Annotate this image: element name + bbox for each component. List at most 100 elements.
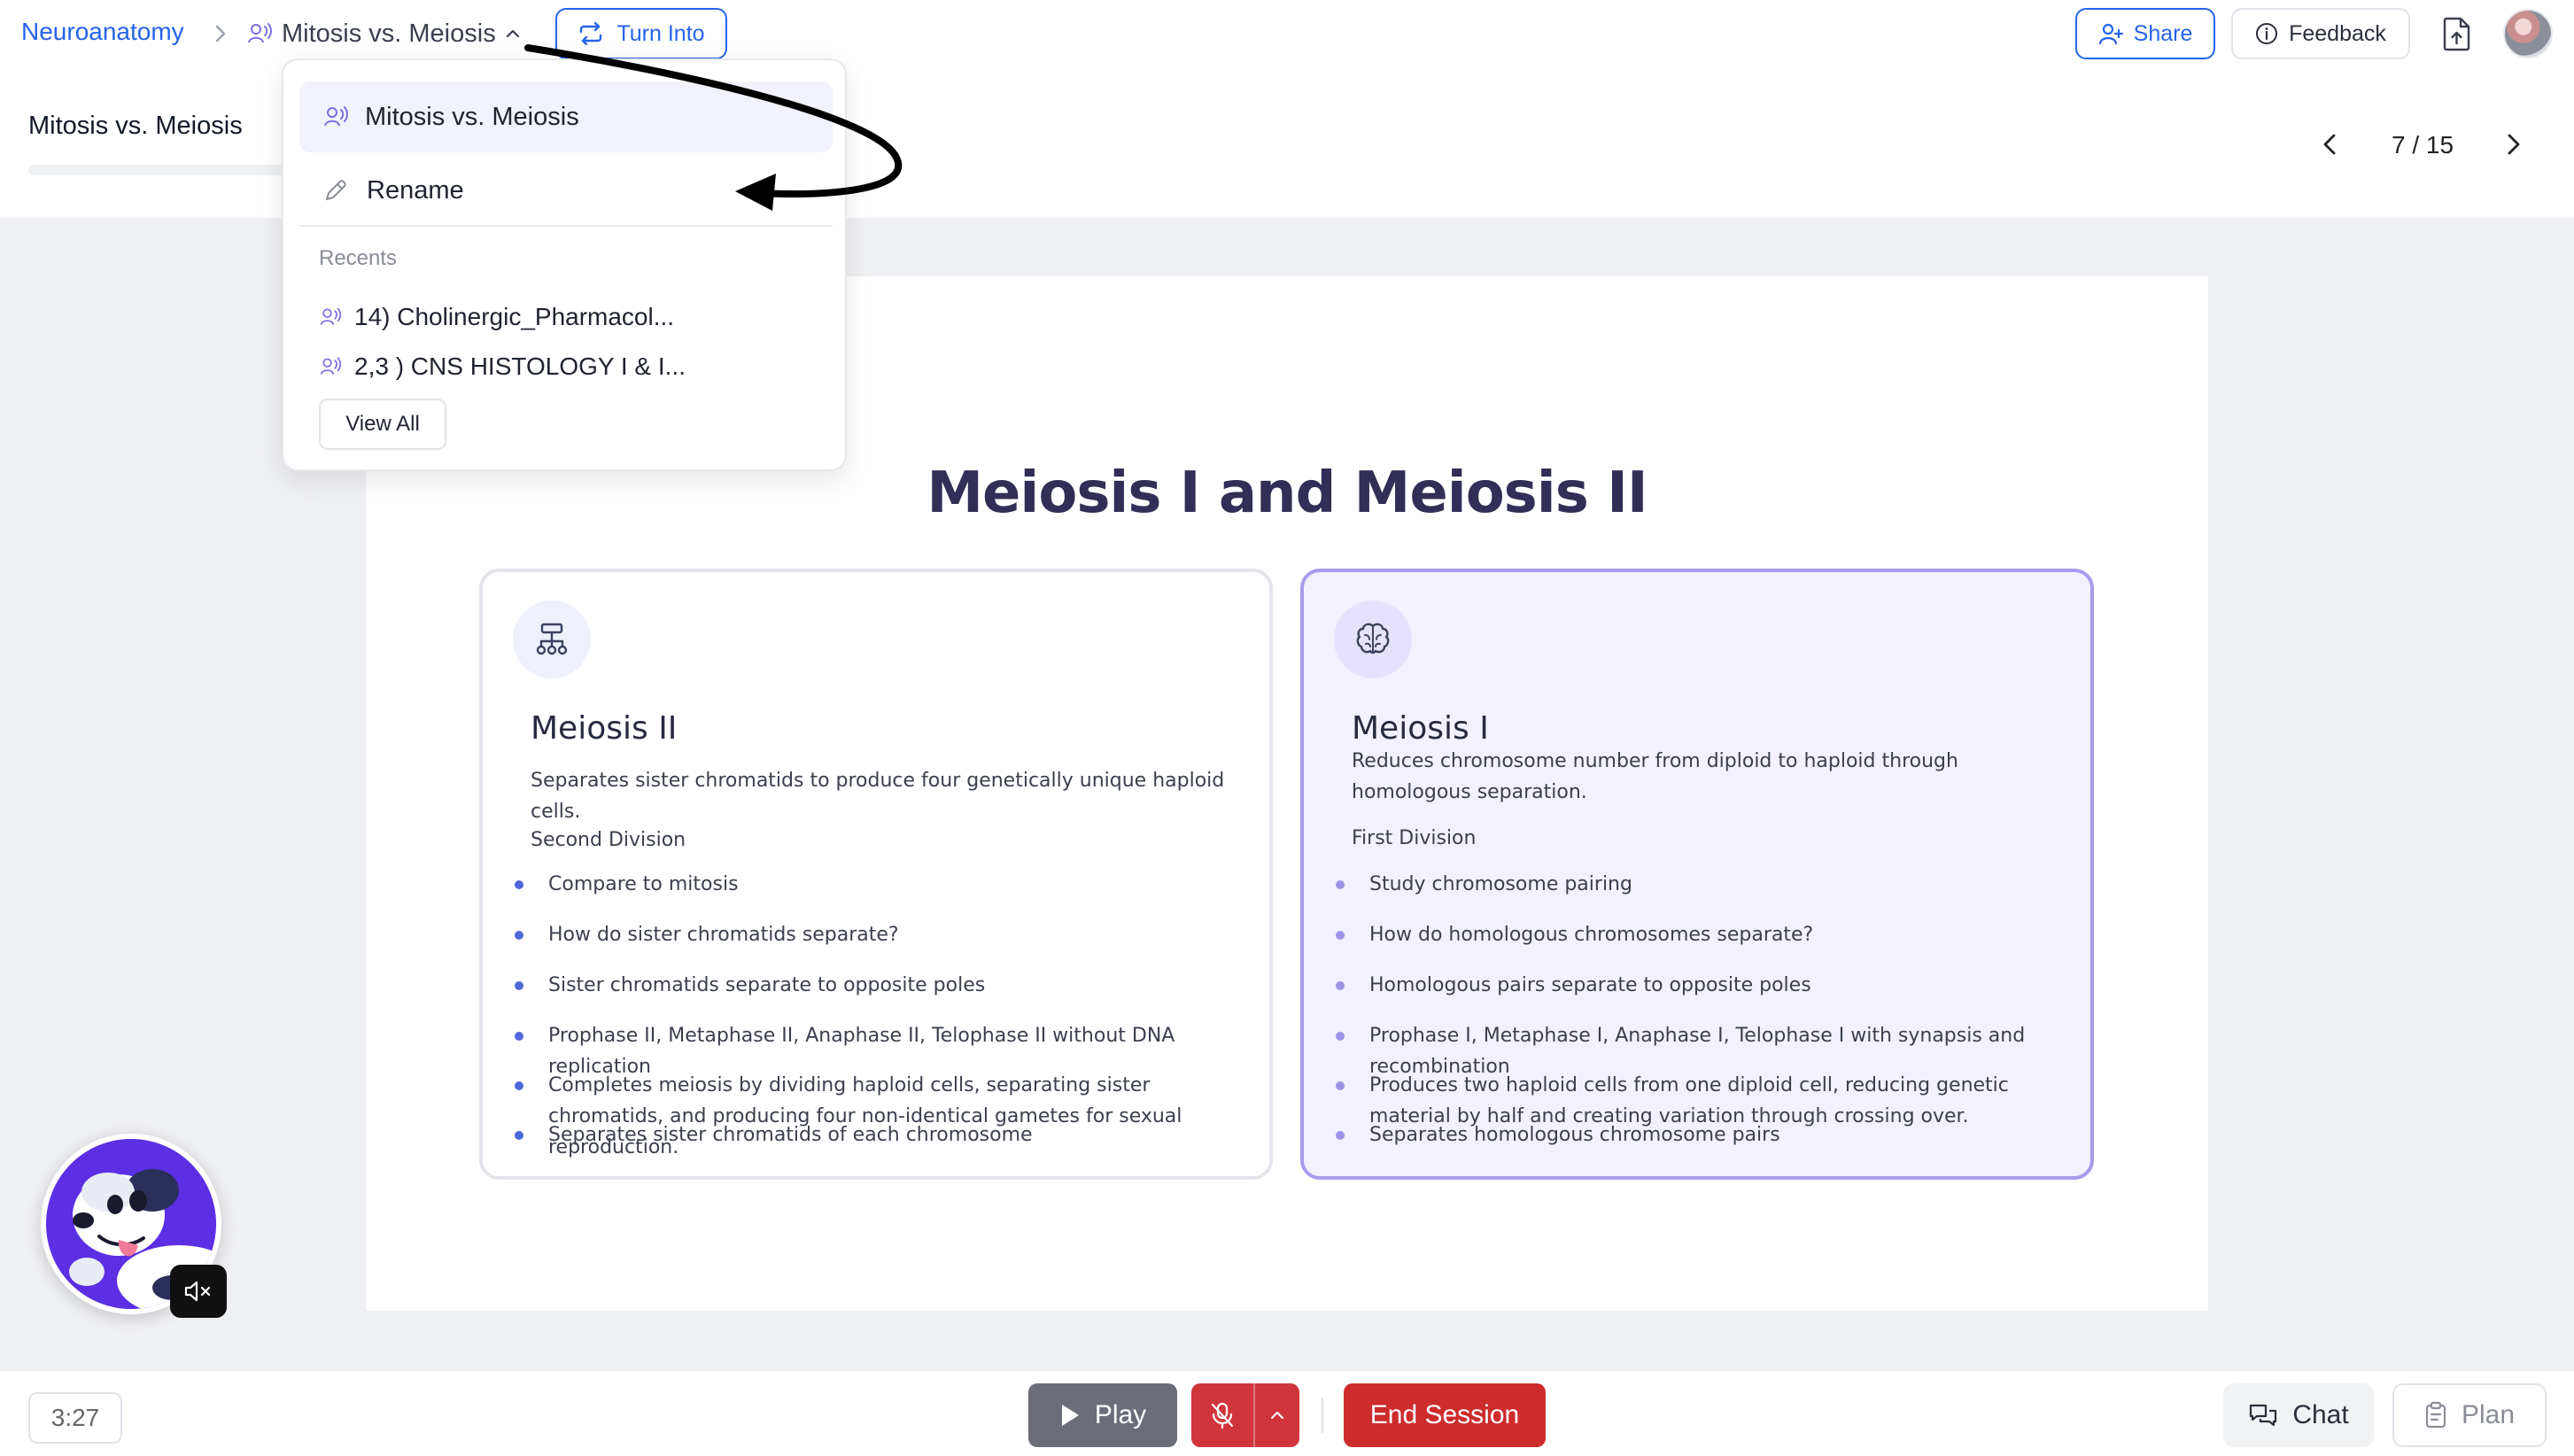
file-upload-icon[interactable] xyxy=(2441,16,2473,51)
meiosis-i-card: Meiosis I Reduces chromosome number from… xyxy=(1300,569,2094,1180)
page-indicator: 7 / 15 xyxy=(2391,131,2454,159)
bullet-dot xyxy=(1336,880,1345,889)
list-item: How do sister chromatids separate? xyxy=(513,919,1239,970)
brain-icon xyxy=(1334,600,1412,678)
list-item: Produces two haploid cells from one dipl… xyxy=(1334,1070,2060,1127)
mascot-mute-toggle[interactable] xyxy=(170,1265,227,1318)
list-item: Prophase I, Metaphase I, Anaphase I, Tel… xyxy=(1334,1020,2060,1078)
bullet-dot xyxy=(1336,1131,1345,1140)
list-item: Homologous pairs separate to opposite po… xyxy=(1334,970,2060,1020)
bullet-list: Study chromosome pairing How do homologo… xyxy=(1334,869,2060,1170)
list-item-text: How do homologous chromosomes separate? xyxy=(1369,924,1814,946)
bullet-dot xyxy=(515,1032,523,1041)
breadcrumb-root-link[interactable]: Neuroanatomy xyxy=(21,18,184,46)
podcast-icon xyxy=(248,23,272,43)
lesson-progress-bar xyxy=(28,165,294,175)
pencil-icon xyxy=(326,180,346,200)
bullet-list: Compare to mitosis How do sister chromat… xyxy=(513,869,1239,1170)
list-item-text: Compare to mitosis xyxy=(548,873,739,895)
chat-icon xyxy=(2250,1404,2277,1427)
chevron-right-icon xyxy=(215,25,226,43)
play-button[interactable]: Play xyxy=(1028,1383,1177,1447)
divider xyxy=(299,225,833,227)
breadcrumb-current-dropdown[interactable]: Mitosis vs. Meiosis xyxy=(246,16,521,51)
bullet-dot xyxy=(515,981,523,990)
bullet-dot xyxy=(1336,1032,1345,1041)
recent-item[interactable]: 14) Cholinergic_Pharmacol... xyxy=(319,299,674,335)
list-item: Completes meiosis by dividing haploid ce… xyxy=(513,1070,1239,1158)
divider xyxy=(1322,1398,1323,1433)
rename-menu-item[interactable]: Rename xyxy=(299,158,833,223)
play-label: Play xyxy=(1094,1400,1147,1429)
lesson-title: Mitosis vs. Meiosis xyxy=(28,112,243,140)
list-item: Study chromosome pairing xyxy=(1334,869,2060,919)
chat-button[interactable]: Chat xyxy=(2223,1383,2374,1447)
chat-label: Chat xyxy=(2292,1400,2349,1429)
list-item: Prophase II, Metaphase II, Anaphase II, … xyxy=(513,1020,1239,1078)
list-item: How do homologous chromosomes separate? xyxy=(1334,919,2060,970)
podcast-icon xyxy=(320,357,342,375)
turn-into-label: Turn Into xyxy=(616,20,705,46)
card-description: Separates sister chromatids to produce f… xyxy=(531,770,1225,823)
speaker-muted-icon xyxy=(184,1281,211,1302)
list-item-text: Separates homologous chromosome pairs xyxy=(1369,1124,1780,1146)
chevron-up-icon xyxy=(1270,1411,1284,1420)
session-timer: 3:27 xyxy=(28,1392,122,1444)
meiosis-ii-card: Meiosis II Separates sister chromatids t… xyxy=(479,569,1273,1180)
list-item-text: Study chromosome pairing xyxy=(1369,873,1632,895)
hierarchy-icon xyxy=(513,600,591,678)
card-title: Meiosis I xyxy=(1352,710,1489,747)
share-label: Share xyxy=(2133,20,2193,46)
list-item: Sister chromatids separate to opposite p… xyxy=(513,970,1239,1020)
chevron-left-icon[interactable] xyxy=(2315,129,2345,159)
podcast-icon xyxy=(324,106,348,127)
bullet-dot xyxy=(515,880,523,889)
recents-heading: Recents xyxy=(319,246,398,270)
recent-item[interactable]: 2,3 ) CNS HISTOLOGY I & I... xyxy=(319,349,686,384)
share-button[interactable]: Share xyxy=(2075,8,2215,59)
card-subtitle: First Division xyxy=(1352,827,1477,849)
list-item-text: Separates sister chromatids of each chro… xyxy=(548,1124,1033,1146)
bullet-dot xyxy=(1336,1081,1345,1090)
podcast-icon xyxy=(320,307,342,325)
user-avatar[interactable] xyxy=(2503,9,2553,58)
info-icon xyxy=(2256,23,2278,44)
end-session-button[interactable]: End Session xyxy=(1344,1383,1546,1447)
list-item-text: How do sister chromatids separate? xyxy=(548,924,899,946)
bullet-dot xyxy=(1336,931,1345,940)
repeat-icon xyxy=(580,22,602,45)
chevron-up-icon xyxy=(506,29,519,38)
bullet-dot xyxy=(515,1131,523,1140)
plan-button[interactable]: Plan xyxy=(2392,1383,2547,1447)
bullet-dot xyxy=(1336,981,1345,990)
clipboard-icon xyxy=(2425,1401,2446,1429)
top-bar: Neuroanatomy Mitosis vs. Meiosis Turn In… xyxy=(0,0,2574,67)
view-all-button[interactable]: View All xyxy=(319,399,446,450)
plan-label: Plan xyxy=(2461,1400,2516,1429)
rename-label: Rename xyxy=(367,175,464,205)
chevron-right-icon[interactable] xyxy=(2498,129,2528,159)
list-item: Separates homologous chromosome pairs xyxy=(1334,1119,2060,1170)
document-dropdown-menu: Mitosis vs. Meiosis Rename Recents 14) C… xyxy=(282,58,847,471)
session-controls-bar: 3:27 Play End Session Chat Plan xyxy=(0,1371,2574,1456)
microphone-control[interactable] xyxy=(1191,1383,1299,1447)
mic-off-icon xyxy=(1211,1402,1234,1429)
mic-options-button[interactable] xyxy=(1255,1383,1299,1447)
turn-into-button[interactable]: Turn Into xyxy=(555,8,727,59)
dropdown-current-item[interactable]: Mitosis vs. Meiosis xyxy=(299,81,833,152)
list-item: Compare to mitosis xyxy=(513,869,1239,919)
list-item: Separates sister chromatids of each chro… xyxy=(513,1119,1239,1170)
play-icon xyxy=(1061,1405,1079,1426)
mic-toggle-button[interactable] xyxy=(1191,1383,1255,1447)
dropdown-current-label: Mitosis vs. Meiosis xyxy=(365,102,579,131)
bullet-dot xyxy=(515,931,523,940)
list-item-text: Sister chromatids separate to opposite p… xyxy=(548,974,986,996)
user-plus-icon xyxy=(2098,23,2123,45)
bullet-dot xyxy=(515,1081,523,1090)
card-title: Meiosis II xyxy=(531,710,678,747)
breadcrumb-current-label: Mitosis vs. Meiosis xyxy=(282,19,496,48)
recent-item-label: 2,3 ) CNS HISTOLOGY I & I... xyxy=(354,352,686,380)
feedback-button[interactable]: Feedback xyxy=(2231,8,2410,59)
feedback-label: Feedback xyxy=(2289,20,2386,46)
card-description: Reduces chromosome number from diploid t… xyxy=(1352,750,1958,803)
